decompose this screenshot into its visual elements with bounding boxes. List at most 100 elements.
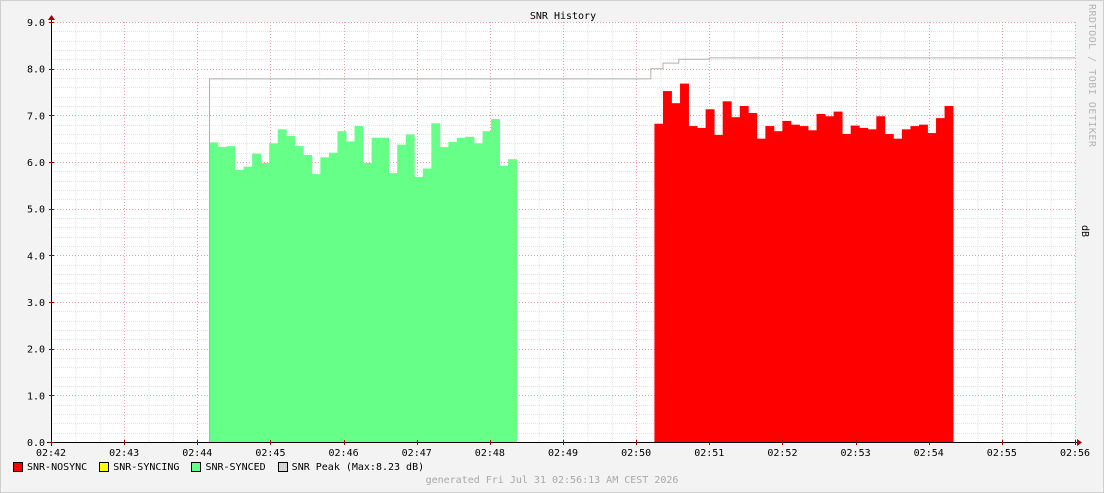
- snr-nosync-bar: [765, 126, 775, 442]
- snr-synced-bar: [388, 173, 398, 442]
- snr-nosync-bar: [790, 124, 800, 443]
- snr-nosync-bar: [808, 130, 817, 442]
- snr-nosync-bar: [927, 133, 937, 442]
- legend-swatch-nosync: [13, 462, 23, 472]
- snr-nosync-bar: [756, 138, 766, 443]
- snr-nosync-bar: [876, 116, 886, 443]
- snr-synced-bar: [328, 152, 338, 443]
- snr-nosync-bar: [714, 134, 724, 442]
- snr-nosync-bar: [816, 113, 826, 443]
- snr-synced-bar: [294, 146, 304, 442]
- x-tick-label: 02:52: [767, 448, 797, 459]
- snr-synced-bar: [252, 153, 262, 442]
- legend-item-syncing: SNR-SYNCING: [99, 462, 179, 473]
- legend-item-peak: SNR Peak (Max:8.23 dB): [277, 461, 425, 473]
- snr-nosync-bar: [859, 127, 869, 443]
- snr-nosync-bar: [697, 127, 707, 443]
- snr-synced-bar: [320, 157, 330, 442]
- snr-synced-bar: [499, 165, 509, 443]
- legend-label-syncing: SNR-SYNCING: [113, 461, 180, 473]
- snr-nosync-bar: [688, 126, 698, 442]
- legend-item-nosync: SNR-NOSYNC: [13, 462, 87, 473]
- generated-timestamp: generated Fri Jul 31 02:56:13 AM CEST 20…: [425, 475, 679, 486]
- snr-nosync-bar: [654, 123, 664, 442]
- snr-nosync-bar: [722, 101, 732, 442]
- y-tick-label: 5.0: [27, 205, 45, 216]
- legend-swatch-synced: [191, 462, 202, 472]
- y-tick-label: 8.0: [27, 65, 45, 76]
- snr-nosync: [654, 83, 954, 443]
- legend-label-synced: SNR-SYNCED: [205, 461, 266, 473]
- snr-nosync-bar: [825, 116, 835, 443]
- y-tick-label: 2.0: [27, 345, 45, 356]
- rrdtool-watermark: RRDTOOL / TOBI OETIKER: [1086, 4, 1097, 148]
- snr-history-chart: 0.01.02.03.04.05.06.07.08.09.002:42 02:43…: [27, 11, 1090, 459]
- snr-synced-bar: [422, 168, 432, 442]
- x-tick-label: 02:56: [1060, 448, 1090, 459]
- snr-synced-bar: [414, 176, 424, 442]
- x-tick-label: 02:48: [475, 448, 505, 459]
- snr-nosync-bar: [773, 131, 783, 442]
- legend-swatch-syncing: [99, 462, 110, 472]
- y-tick-label: 6.0: [27, 158, 45, 169]
- snr-nosync-bar: [944, 106, 954, 442]
- snr-nosync-bar: [901, 129, 911, 442]
- snr-synced-bar: [508, 159, 518, 442]
- legend-item-synced: SNR-SYNCED: [191, 461, 266, 473]
- snr-synced-bar: [491, 119, 501, 442]
- x-tick-label: 02:45: [255, 448, 285, 459]
- legend-swatch-peak: [277, 462, 288, 472]
- snr-nosync-bar: [910, 126, 920, 442]
- snr-synced-bar: [405, 134, 415, 442]
- y-tick-label: 4.0: [27, 251, 45, 262]
- snr-synced-bar: [269, 143, 279, 442]
- snr-nosync-bar: [662, 91, 672, 442]
- snr-nosync-bar: [884, 134, 894, 442]
- snr-synced-bar: [439, 147, 449, 442]
- snr-synced-bar: [243, 166, 253, 443]
- snr-nosync-bar: [705, 109, 715, 443]
- snr-nosync-bar: [850, 125, 860, 442]
- snr-synced-bar: [474, 143, 483, 442]
- snr-synced-bar: [218, 147, 227, 442]
- y-tick-label: 9.0: [27, 18, 45, 29]
- snr-synced-bar: [311, 174, 321, 442]
- snr-nosync-bar: [782, 120, 792, 443]
- legend-peak-max: (Max:8.23 dB): [345, 461, 425, 473]
- snr-synced-bar: [456, 137, 466, 443]
- y-tick-label: 7.0: [27, 111, 45, 122]
- snr-nosync-bar: [671, 103, 681, 442]
- snr-nosync-bar: [748, 113, 758, 442]
- snr-nosync-bar: [893, 138, 903, 443]
- x-tick-label: 02:54: [914, 448, 944, 459]
- snr-synced-bar: [465, 136, 475, 443]
- snr-nosync-bar: [799, 126, 809, 442]
- snr-nosync-bar: [680, 83, 689, 442]
- snr-nosync-bar: [731, 117, 741, 442]
- snr-synced-bar: [226, 146, 236, 442]
- legend-label-nosync: SNR-NOSYNC: [27, 461, 88, 473]
- x-tick-label: 02:46: [329, 448, 359, 459]
- x-tick-label: 02:44: [182, 448, 212, 459]
- snr-synced-bar: [209, 142, 219, 442]
- y-tick-label: 3.0: [27, 298, 45, 309]
- legend-label-peak: SNR Peak: [291, 461, 340, 473]
- snr-synced-bar: [482, 131, 492, 442]
- snr-synced-bar: [286, 135, 296, 442]
- y-axis-unit-label: dB: [1079, 225, 1090, 238]
- x-axis-arrow: [1077, 439, 1082, 446]
- snr-synced-bar: [235, 169, 245, 442]
- legend: SNR-NOSYNC SNR-SYNCING SNR-SYNCED SNR Pe…: [13, 460, 436, 474]
- x-tick-label: 02:55: [987, 448, 1017, 459]
- x-tick-label: 02:53: [841, 448, 871, 459]
- snr-synced-bar: [277, 129, 287, 442]
- snr-synced-bar: [346, 141, 355, 442]
- snr-synced-bar: [380, 137, 390, 443]
- snr-synced-bar: [337, 131, 347, 442]
- x-tick-label: 02:42: [36, 448, 66, 459]
- snr-synced-bar: [260, 162, 270, 442]
- x-tick-label: 02:47: [402, 448, 432, 459]
- snr-nosync-bar: [918, 124, 928, 443]
- snr-nosync-bar: [936, 118, 945, 442]
- snr-synced-bar: [397, 144, 407, 443]
